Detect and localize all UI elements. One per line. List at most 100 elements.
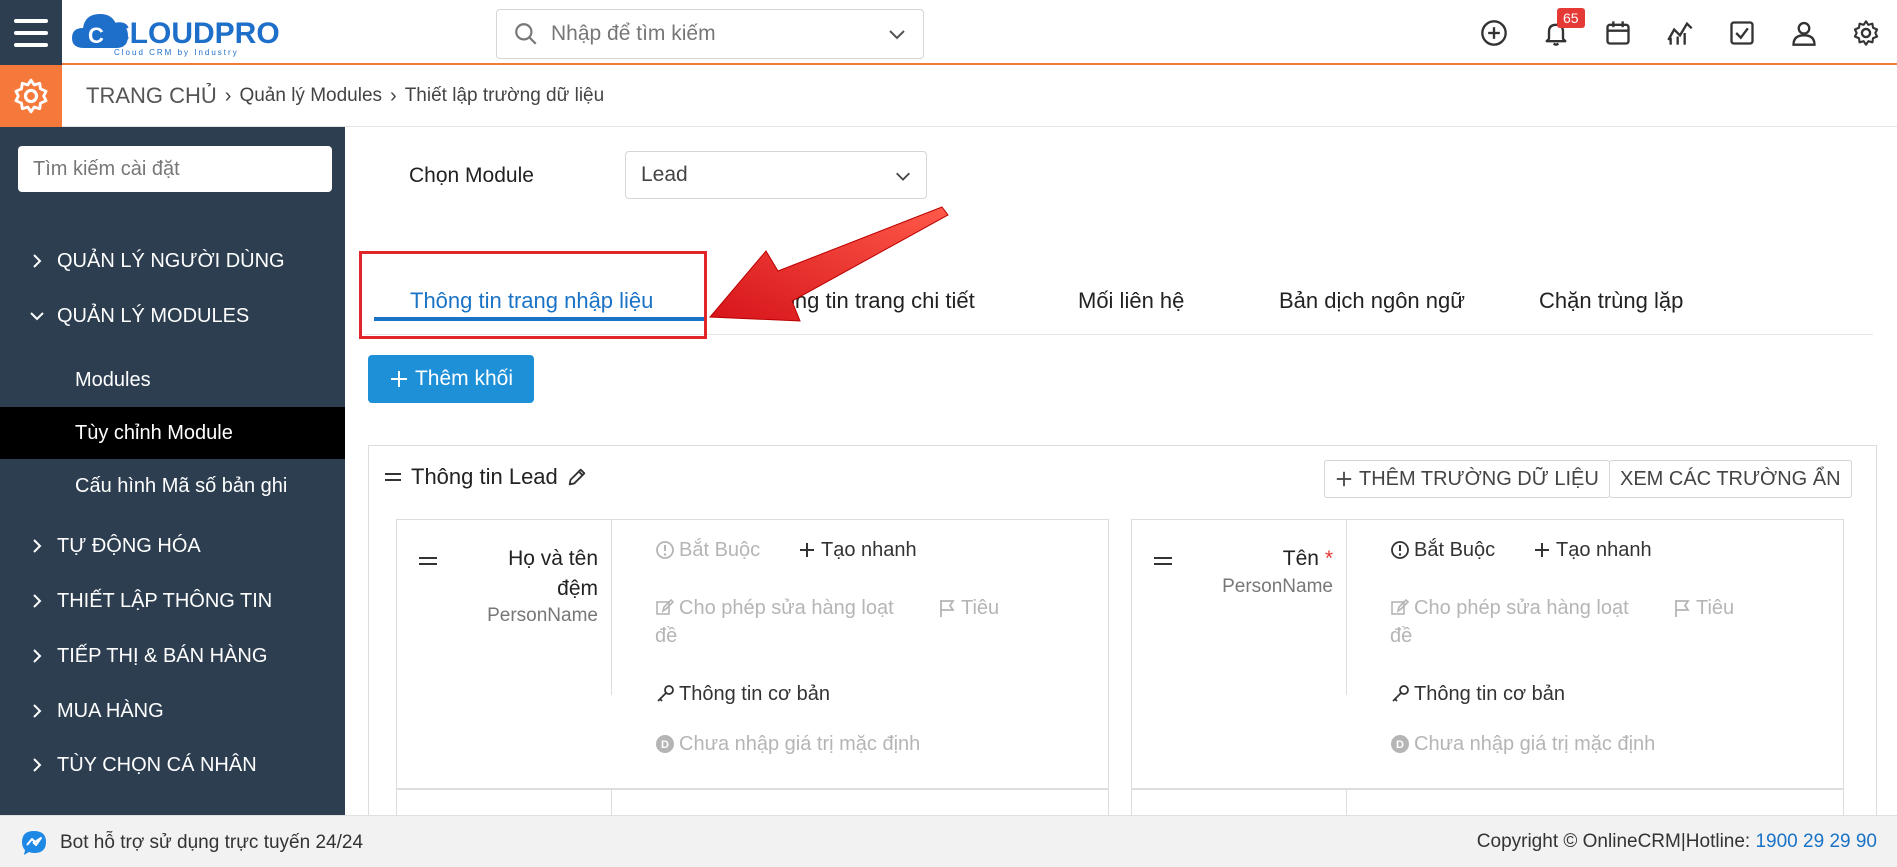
key-icon xyxy=(657,685,674,702)
tasks-button[interactable] xyxy=(1711,0,1773,65)
module-select[interactable]: Lead xyxy=(625,151,927,199)
plus-icon xyxy=(800,543,814,557)
tab-translations[interactable]: Bản dịch ngôn ngữ xyxy=(1279,267,1465,335)
header-field-toggle[interactable]: Tiêu xyxy=(1672,594,1734,622)
plus-icon xyxy=(1535,543,1549,557)
copyright-text: Copyright © OnlineCRM|Hotline: 1900 29 2… xyxy=(1476,831,1877,852)
add-field-button[interactable]: THÊM TRƯỜNG DỮ LIỆU xyxy=(1324,460,1610,498)
add-block-button[interactable]: Thêm khối xyxy=(368,355,534,403)
settings-search-input[interactable] xyxy=(18,146,332,192)
notifications-button[interactable]: 65 xyxy=(1525,0,1587,65)
chevron-right-icon xyxy=(33,758,42,772)
sidebar-item-info-setup[interactable]: THIẾT LẬP THÔNG TIN xyxy=(0,575,345,627)
drag-handle-icon[interactable] xyxy=(417,552,439,570)
gear-icon xyxy=(14,78,48,114)
flag-icon xyxy=(940,600,955,617)
sidebar-item-label: TỰ ĐỘNG HÓA xyxy=(57,534,201,557)
chevron-right-icon xyxy=(33,539,42,553)
header-field-toggle[interactable]: Tiêu xyxy=(937,594,999,622)
default-value-setting[interactable]: D Chưa nhập giá trị mặc định xyxy=(655,730,920,758)
chatbot-link[interactable]: Bot hỗ trợ sử dụng trực tuyến 24/24 xyxy=(20,829,363,857)
sidebar-subitem-modules[interactable]: Modules xyxy=(0,354,345,406)
reports-button[interactable] xyxy=(1649,0,1711,65)
sidebar-item-label: QUẢN LÝ NGƯỜI DÙNG xyxy=(57,249,285,272)
global-search[interactable] xyxy=(496,9,924,59)
calendar-button[interactable] xyxy=(1587,0,1649,65)
basic-info-setting[interactable]: Thông tin cơ bản xyxy=(1390,680,1565,708)
gear-icon xyxy=(1853,19,1879,46)
tab-relationships[interactable]: Mối liên hệ xyxy=(1078,267,1184,335)
sidebar-item-purchasing[interactable]: MUA HÀNG xyxy=(0,685,345,737)
menu-toggle-button[interactable] xyxy=(0,0,62,65)
main-content: Chọn Module Lead Thông tin trang nhập li… xyxy=(345,127,1897,850)
field-type: PersonName xyxy=(487,605,598,626)
field-type: PersonName xyxy=(1222,576,1333,597)
sidebar-item-personal-options[interactable]: TÙY CHỌN CÁ NHÂN xyxy=(0,739,345,791)
drag-handle-icon[interactable] xyxy=(1152,552,1174,570)
sidebar-item-automation[interactable]: TỰ ĐỘNG HÓA xyxy=(0,520,345,572)
settings-sidebar: QUẢN LÝ NGƯỜI DÙNG QUẢN LÝ MODULES Modul… xyxy=(0,127,345,815)
required-toggle[interactable]: Bắt Buộc xyxy=(655,536,760,564)
edit-multiple-icon xyxy=(656,598,675,615)
checkbox-icon xyxy=(1730,20,1754,45)
calendar-icon xyxy=(1606,20,1630,45)
sidebar-subitem-customize-module[interactable]: Tùy chỉnh Module xyxy=(0,407,345,459)
exclamation-circle-icon xyxy=(1391,541,1409,559)
sidebar-item-label: TIẾP THỊ & BÁN HÀNG xyxy=(57,644,268,667)
plus-circle-icon xyxy=(1481,19,1507,46)
required-toggle[interactable]: Bắt Buộc xyxy=(1390,536,1495,564)
module-select-value: Lead xyxy=(641,163,688,186)
view-hidden-fields-button[interactable]: XEM CÁC TRƯỜNG ẨN xyxy=(1609,460,1852,498)
sidebar-subitem-label: Cấu hình Mã số bản ghi xyxy=(75,474,288,497)
chevron-right-icon: › xyxy=(390,84,397,107)
chevron-right-icon xyxy=(33,254,42,268)
basic-info-setting[interactable]: Thông tin cơ bản xyxy=(655,680,830,708)
breadcrumb-modules[interactable]: Quản lý Modules xyxy=(239,85,382,107)
settings-button[interactable] xyxy=(1835,0,1897,65)
sidebar-item-user-management[interactable]: QUẢN LÝ NGƯỜI DÙNG xyxy=(0,235,345,287)
profile-button[interactable] xyxy=(1773,0,1835,65)
cloudpro-logo[interactable]: C CLOUDPRO Cloud CRM by Industry xyxy=(70,6,300,58)
field-card-first-name: Tên * PersonName Bắt Buộc Tạo nhanh Cho … xyxy=(1131,519,1844,789)
quick-create-toggle[interactable]: Tạo nhanh xyxy=(797,536,917,564)
breadcrumb-bar: TRANG CHỦ › Quản lý Modules › Thiết lập … xyxy=(0,65,1897,127)
search-input[interactable] xyxy=(551,22,871,46)
drag-handle-icon[interactable] xyxy=(383,467,403,487)
add-button[interactable] xyxy=(1463,0,1525,65)
hotline-link[interactable]: 1900 29 29 90 xyxy=(1755,831,1877,852)
svg-text:D: D xyxy=(1396,739,1404,751)
mass-edit-toggle[interactable]: Cho phép sửa hàng loạt xyxy=(1390,594,1629,622)
breadcrumb-home[interactable]: TRANG CHỦ xyxy=(86,83,217,109)
annotation-highlight-box xyxy=(359,251,707,339)
field-label: Họ và tên đệm xyxy=(508,547,598,600)
mass-edit-toggle[interactable]: Cho phép sửa hàng loạt xyxy=(655,594,894,622)
default-value-setting[interactable]: D Chưa nhập giá trị mặc định xyxy=(1390,730,1655,758)
chevron-down-icon xyxy=(30,312,44,321)
chevron-right-icon: › xyxy=(224,84,232,107)
breadcrumb: TRANG CHỦ › Quản lý Modules › Thiết lập … xyxy=(86,83,604,109)
block-header: Thông tin Lead xyxy=(383,464,588,490)
tab-duplicate-check[interactable]: Chặn trùng lặp xyxy=(1539,267,1683,335)
plus-icon xyxy=(390,371,407,387)
pencil-icon[interactable] xyxy=(566,466,588,488)
chevron-right-icon xyxy=(33,594,42,608)
user-icon xyxy=(1792,21,1816,46)
module-select-label: Chọn Module xyxy=(409,164,534,187)
breadcrumb-current: Thiết lập trường dữ liệu xyxy=(404,85,605,106)
sidebar-subitem-record-numbering[interactable]: Cấu hình Mã số bản ghi xyxy=(0,460,345,512)
chart-line-icon xyxy=(1667,21,1693,45)
quick-create-toggle[interactable]: Tạo nhanh xyxy=(1532,536,1652,564)
annotation-arrow-icon xyxy=(708,206,949,322)
header-field-label-cont: đề xyxy=(655,625,678,647)
settings-section-icon xyxy=(0,65,62,127)
field-block-lead-info: Thông tin Lead THÊM TRƯỜNG DỮ LIỆU XEM C… xyxy=(368,445,1877,850)
sidebar-item-marketing-sales[interactable]: TIẾP THỊ & BÁN HÀNG xyxy=(0,630,345,682)
sidebar-item-modules-management[interactable]: QUẢN LÝ MODULES xyxy=(0,290,345,342)
chevron-down-icon[interactable] xyxy=(887,24,907,44)
search-icon xyxy=(515,23,537,45)
sidebar-item-label: TÙY CHỌN CÁ NHÂN xyxy=(57,753,257,776)
field-card-middle-name: Họ và tên đệm PersonName Bắt Buộc Tạo nh… xyxy=(396,519,1109,789)
messenger-icon xyxy=(22,831,46,855)
sidebar-item-label: MUA HÀNG xyxy=(57,699,164,722)
sidebar-item-label: QUẢN LÝ MODULES xyxy=(57,304,250,327)
